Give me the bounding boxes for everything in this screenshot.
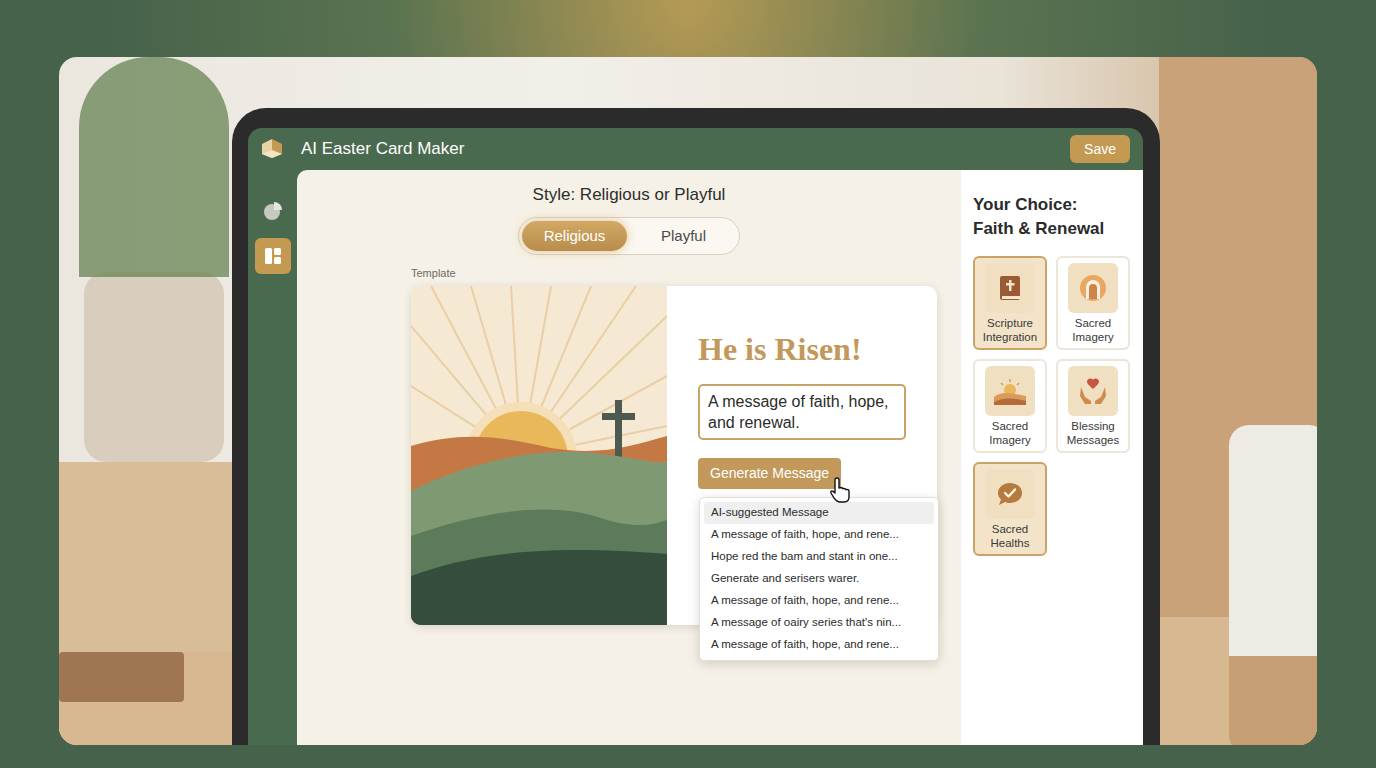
suggestion-item[interactable]: AI-suggested Message <box>704 502 934 524</box>
choice-panel: Your Choice:Faith & Renewal Scripture In… <box>961 170 1143 745</box>
choice-tile[interactable]: Sacred Healths <box>973 462 1047 556</box>
card-preview: He is Risen! A message of faith, hope, a… <box>411 286 937 625</box>
basket <box>59 462 239 652</box>
choice-label: Blessing Messages <box>1060 419 1126 447</box>
photo-card: AI Easter Card Maker Save Style: Religio… <box>59 57 1317 745</box>
choice-label: Sacred Imagery <box>1060 316 1126 344</box>
hands-heart-icon <box>1068 366 1118 416</box>
choice-tile[interactable]: Scripture Integration <box>973 256 1047 350</box>
style-label: Style: Religious or Playful <box>297 170 961 205</box>
suggestion-item[interactable]: A message of faith, hope, and rene... <box>704 634 934 656</box>
suggestion-dropdown: AI-suggested MessageA message of faith, … <box>699 497 939 661</box>
app-title: AI Easter Card Maker <box>301 136 464 162</box>
suggestion-item[interactable]: Hope red the bam and stant in one... <box>704 546 934 568</box>
choice-tile[interactable]: Sacred Imagery <box>1056 256 1130 350</box>
sidebar-item[interactable] <box>255 196 291 226</box>
sidebar <box>248 170 297 745</box>
book-cross-icon <box>985 263 1035 313</box>
layout-icon <box>263 246 283 266</box>
panel-title: Your Choice:Faith & Renewal <box>973 193 1143 241</box>
choice-label: Sacred Imagery <box>977 419 1043 447</box>
logo-icon <box>259 136 285 162</box>
style-option[interactable]: Religious <box>522 221 627 251</box>
choice-label: Scripture Integration <box>977 316 1043 344</box>
choice-tile[interactable]: Sacred Imagery <box>973 359 1047 453</box>
panel-title-line: Faith & Renewal <box>973 217 1143 241</box>
plant-leaves <box>79 57 229 277</box>
suggestion-item[interactable]: A message of oairy series that's nin... <box>704 612 934 634</box>
notebook <box>59 652 184 702</box>
style-toggle: ReligiousPlayful <box>518 217 740 255</box>
suggestion-item[interactable]: A message of faith, hope, and rene... <box>704 590 934 612</box>
arch-icon <box>1068 263 1118 313</box>
choice-grid: Scripture Integration Sacred Imagery Sacre… <box>973 256 1143 556</box>
panel-title-line: Your Choice: <box>973 193 1143 217</box>
app-screen: AI Easter Card Maker Save Style: Religio… <box>248 128 1143 745</box>
card-illustration <box>411 286 667 625</box>
suggestion-item[interactable]: A message of faith, hope, and rene... <box>704 524 934 546</box>
hand-cursor-icon <box>829 476 853 504</box>
chat-check-icon <box>985 469 1035 519</box>
mug <box>1229 425 1317 745</box>
template-label: Template <box>411 265 961 282</box>
tablet: AI Easter Card Maker Save Style: Religio… <box>232 108 1160 745</box>
choice-tile[interactable]: Blessing Messages <box>1056 359 1130 453</box>
main-area: Style: Religious or Playful ReligiousPla… <box>297 170 961 745</box>
choice-label: Sacred Healths <box>977 522 1043 550</box>
app-header: AI Easter Card Maker Save <box>248 128 1143 170</box>
chart-icon <box>262 200 284 222</box>
save-button[interactable]: Save <box>1070 135 1130 163</box>
sun-hills-icon <box>985 366 1035 416</box>
message-field[interactable]: A message of faith, hope, and renewal. <box>698 384 906 440</box>
plant-pot <box>84 272 224 462</box>
card-heading: He is Risen! <box>698 330 862 368</box>
suggestion-item[interactable]: Generate and serisers warer. <box>704 568 934 590</box>
generate-message-button[interactable]: Generate Message <box>698 458 841 489</box>
sidebar-item[interactable] <box>255 238 291 274</box>
app-body: Style: Religious or Playful ReligiousPla… <box>248 170 1143 745</box>
style-option[interactable]: Playful <box>631 221 736 251</box>
